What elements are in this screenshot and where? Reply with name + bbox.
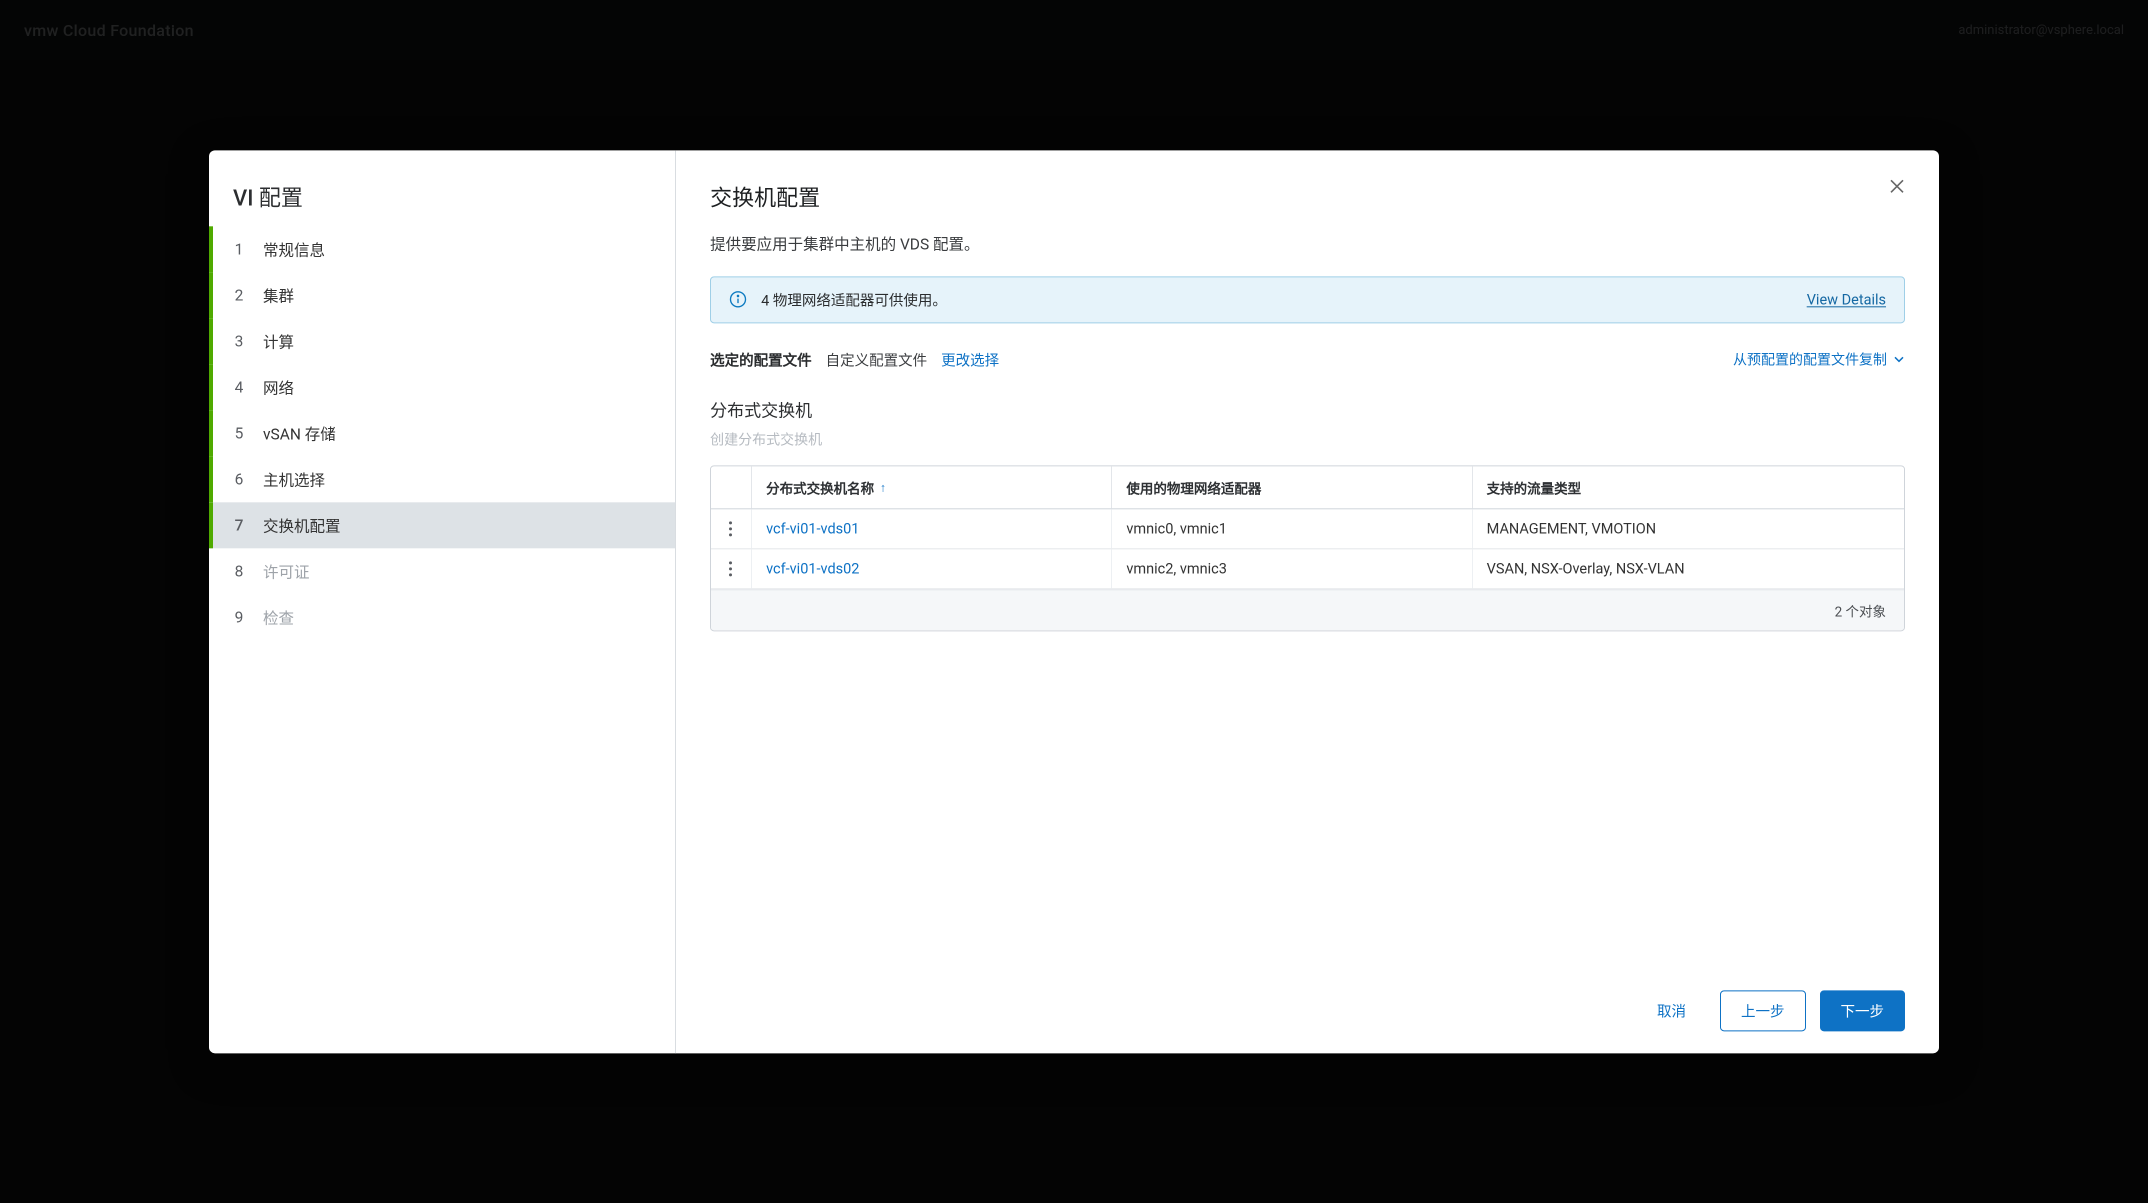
step-network[interactable]: 4 网络 [209,364,675,410]
vds-section-title: 分布式交换机 [710,396,1905,421]
back-button[interactable]: 上一步 [1720,990,1806,1031]
step-number: 9 [231,608,247,626]
row-traffic-cell: MANAGEMENT, VMOTION [1472,509,1904,548]
step-number: 7 [231,516,247,534]
table-row: vcf-vi01-vds01 vmnic0, vmnic1 MANAGEMENT… [711,509,1904,549]
step-review: 9 检查 [209,594,675,640]
info-banner: 4 物理网络适配器可供使用。 View Details [710,276,1905,323]
wizard-content-panel: 交换机配置 提供要应用于集群中主机的 VDS 配置。 4 物理网络适配器可供使用… [676,150,1939,1053]
step-label: 常规信息 [263,238,325,260]
step-vsan[interactable]: 5 vSAN 存储 [209,410,675,456]
change-profile-link[interactable]: 更改选择 [941,349,999,370]
step-label: 集群 [263,284,294,306]
th-pnics[interactable]: 使用的物理网络适配器 [1111,466,1471,508]
row-name-cell: vcf-vi01-vds02 [751,549,1111,588]
step-number: 3 [231,332,247,350]
create-vds-link[interactable]: 创建分布式交换机 [710,429,1905,449]
step-host-select[interactable]: 6 主机选择 [209,456,675,502]
step-label: 检查 [263,606,294,628]
wizard-title: VI 配置 [209,180,675,226]
info-message: 4 物理网络适配器可供使用。 [761,289,1793,310]
close-button[interactable] [1883,174,1911,202]
next-button[interactable]: 下一步 [1820,990,1906,1031]
kebab-menu-icon[interactable] [729,561,733,576]
close-icon [1889,178,1905,194]
copy-from-profile-link[interactable]: 从预配置的配置文件复制 [1733,349,1905,369]
vds-table: 分布式交换机名称 ↑ 使用的物理网络适配器 支持的流量类型 vcf-vi01-v… [710,465,1905,631]
table-footer: 2 个对象 [711,589,1904,630]
step-label: vSAN 存储 [263,422,336,444]
row-actions-cell [711,510,751,547]
step-label: 计算 [263,330,294,352]
copy-from-label: 从预配置的配置文件复制 [1733,349,1887,369]
sort-asc-icon: ↑ [880,480,886,494]
th-traffic[interactable]: 支持的流量类型 [1472,466,1904,508]
view-details-link[interactable]: View Details [1807,291,1886,308]
table-row: vcf-vi01-vds02 vmnic2, vmnic3 VSAN, NSX-… [711,549,1904,589]
step-license: 8 许可证 [209,548,675,594]
step-compute[interactable]: 3 计算 [209,318,675,364]
step-number: 6 [231,470,247,488]
step-number: 5 [231,424,247,442]
step-number: 2 [231,286,247,304]
vds-name-link[interactable]: vcf-vi01-vds01 [766,520,859,537]
step-general[interactable]: 1 常规信息 [209,226,675,272]
row-actions-cell [711,550,751,587]
step-number: 4 [231,378,247,396]
step-label: 主机选择 [263,468,325,490]
th-name-label: 分布式交换机名称 [766,477,874,497]
kebab-menu-icon[interactable] [729,521,733,536]
vds-name-link[interactable]: vcf-vi01-vds02 [766,560,859,577]
info-icon [729,290,747,308]
th-actions [711,476,751,498]
th-name[interactable]: 分布式交换机名称 ↑ [751,466,1111,508]
profile-value: 自定义配置文件 [826,349,928,370]
step-label: 网络 [263,376,294,398]
page-subtitle: 提供要应用于集群中主机的 VDS 配置。 [710,232,1905,254]
row-name-cell: vcf-vi01-vds01 [751,509,1111,548]
wizard-footer: 取消 上一步 下一步 [710,962,1905,1031]
step-number: 1 [231,240,247,258]
cancel-button[interactable]: 取消 [1637,991,1706,1030]
table-header: 分布式交换机名称 ↑ 使用的物理网络适配器 支持的流量类型 [711,466,1904,509]
step-label: 交换机配置 [263,514,341,536]
wizard-steps-panel: VI 配置 1 常规信息 2 集群 3 计算 4 网络 5 vSAN 存储 [209,150,676,1053]
page-title: 交换机配置 [710,180,1905,212]
row-pnics-cell: vmnic0, vmnic1 [1111,509,1471,548]
step-cluster[interactable]: 2 集群 [209,272,675,318]
step-label: 许可证 [263,560,310,582]
profile-label: 选定的配置文件 [710,349,812,370]
wizard-steps: 1 常规信息 2 集群 3 计算 4 网络 5 vSAN 存储 6 主机选择 [209,226,675,1033]
vi-config-modal: VI 配置 1 常规信息 2 集群 3 计算 4 网络 5 vSAN 存储 [209,150,1939,1053]
chevron-down-icon [1893,353,1905,365]
step-number: 8 [231,562,247,580]
row-pnics-cell: vmnic2, vmnic3 [1111,549,1471,588]
row-traffic-cell: VSAN, NSX-Overlay, NSX-VLAN [1472,549,1904,588]
step-switch-config[interactable]: 7 交换机配置 [209,502,675,548]
profile-row: 选定的配置文件 自定义配置文件 更改选择 从预配置的配置文件复制 [710,349,1905,370]
